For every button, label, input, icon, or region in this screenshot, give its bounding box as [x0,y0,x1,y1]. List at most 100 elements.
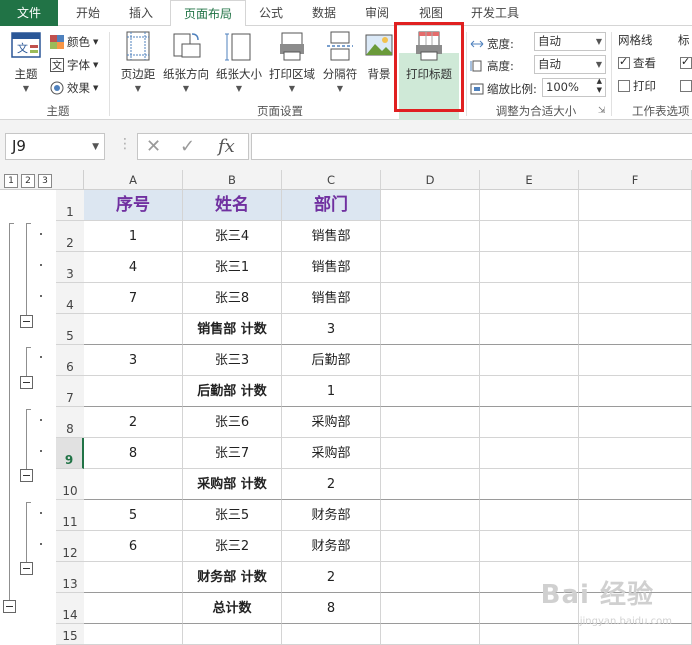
cell-E7[interactable] [480,376,579,407]
cell-A9[interactable]: 8 [84,438,183,469]
cell-A12[interactable]: 6 [84,531,183,562]
cell-C13[interactable]: 2 [282,562,381,593]
row-header-13[interactable]: 13 [56,562,84,593]
size-button[interactable]: 纸张大小 ▼ [214,30,264,100]
column-header-F[interactable]: F [579,170,692,190]
cell-F11[interactable] [579,500,692,531]
cell-F4[interactable] [579,283,692,314]
headings-view-checkbox[interactable] [680,53,692,73]
cell-E8[interactable] [480,407,579,438]
cell-B13[interactable]: 财务部 计数 [183,562,282,593]
formula-input[interactable] [251,133,692,160]
cell-B9[interactable]: 张三7 [183,438,282,469]
cell-C9[interactable]: 采购部 [282,438,381,469]
select-all-corner[interactable] [56,170,84,190]
cell-A14[interactable] [84,593,183,624]
row-header-12[interactable]: 12 [56,531,84,562]
cell-A7[interactable] [84,376,183,407]
outline-level-3-button[interactable]: 3 [38,174,52,188]
outline-level-1-button[interactable]: 1 [4,174,18,188]
background-button[interactable]: 背景 [364,30,394,100]
effects-button[interactable]: 效果 ▼ [50,78,98,98]
scale-spinner[interactable]: 100% ▲ ▼ [542,77,606,97]
cell-D6[interactable] [381,345,480,376]
dialog-launcher-icon[interactable]: ⇲ [598,106,606,116]
cell-E6[interactable] [480,345,579,376]
cell-D1[interactable] [381,190,480,221]
fonts-button[interactable]: 文 字体 ▼ [50,55,98,75]
cell-C6[interactable]: 后勤部 [282,345,381,376]
colors-button[interactable]: 颜色 ▼ [50,32,98,52]
row-header-9[interactable]: 9 [56,438,84,469]
cell-C7[interactable]: 1 [282,376,381,407]
row-header-15[interactable]: 15 [56,624,84,645]
print-area-button[interactable]: 打印区域 ▼ [268,30,316,100]
row-header-3[interactable]: 3 [56,252,84,283]
cell-E10[interactable] [480,469,579,500]
cell-C10[interactable]: 2 [282,469,381,500]
row-header-6[interactable]: 6 [56,345,84,376]
cell-E3[interactable] [480,252,579,283]
cell-A8[interactable]: 2 [84,407,183,438]
cell-A4[interactable]: 7 [84,283,183,314]
cell-B5[interactable]: 销售部 计数 [183,314,282,345]
cell-C14[interactable]: 8 [282,593,381,624]
cell-F5[interactable] [579,314,692,345]
insert-function-icon[interactable]: fx [218,136,235,157]
cell-B2[interactable]: 张三4 [183,221,282,252]
column-header-C[interactable]: C [282,170,381,190]
cell-C15[interactable] [282,624,381,645]
cell-E4[interactable] [480,283,579,314]
tab-5[interactable]: 数据 [300,0,348,26]
cell-C8[interactable]: 采购部 [282,407,381,438]
collapse-minus-icon[interactable] [20,469,33,482]
cell-A15[interactable] [84,624,183,645]
cell-A6[interactable]: 3 [84,345,183,376]
cell-E15[interactable] [480,624,579,645]
cell-B10[interactable]: 采购部 计数 [183,469,282,500]
outline-level-2-button[interactable]: 2 [21,174,35,188]
cell-D12[interactable] [381,531,480,562]
cell-D9[interactable] [381,438,480,469]
row-header-2[interactable]: 2 [56,221,84,252]
cell-F8[interactable] [579,407,692,438]
cell-C4[interactable]: 销售部 [282,283,381,314]
column-header-E[interactable]: E [480,170,579,190]
height-dropdown[interactable]: 自动 ▼ [534,55,606,74]
tab-8[interactable]: 开发工具 [460,0,530,26]
row-header-5[interactable]: 5 [56,314,84,345]
cell-B3[interactable]: 张三1 [183,252,282,283]
cell-D5[interactable] [381,314,480,345]
cell-D15[interactable] [381,624,480,645]
cell-B4[interactable]: 张三8 [183,283,282,314]
cell-B15[interactable] [183,624,282,645]
cell-F10[interactable] [579,469,692,500]
cell-D7[interactable] [381,376,480,407]
column-header-B[interactable]: B [183,170,282,190]
name-box[interactable]: J9 ▼ [5,133,105,160]
cell-C12[interactable]: 财务部 [282,531,381,562]
collapse-minus-icon[interactable] [20,376,33,389]
cell-B1[interactable]: 姓名 [183,190,282,221]
cell-D8[interactable] [381,407,480,438]
cell-A2[interactable]: 1 [84,221,183,252]
cell-D4[interactable] [381,283,480,314]
cell-B8[interactable]: 张三6 [183,407,282,438]
cancel-icon[interactable]: ✕ [146,136,161,157]
width-dropdown[interactable]: 自动 ▼ [534,32,606,51]
cell-B11[interactable]: 张三5 [183,500,282,531]
themes-button[interactable]: 文 主题 ▼ [6,30,46,100]
cell-F1[interactable] [579,190,692,221]
cell-C5[interactable]: 3 [282,314,381,345]
margins-button[interactable]: 页边距 ▼ [117,30,159,100]
cell-D3[interactable] [381,252,480,283]
cell-A1[interactable]: 序号 [84,190,183,221]
cell-E1[interactable] [480,190,579,221]
tab-0[interactable]: 文件 [0,0,58,26]
collapse-minus-icon[interactable] [3,600,16,613]
cell-E11[interactable] [480,500,579,531]
row-header-11[interactable]: 11 [56,500,84,531]
cell-A11[interactable]: 5 [84,500,183,531]
collapse-minus-icon[interactable] [20,315,33,328]
cell-B7[interactable]: 后勤部 计数 [183,376,282,407]
